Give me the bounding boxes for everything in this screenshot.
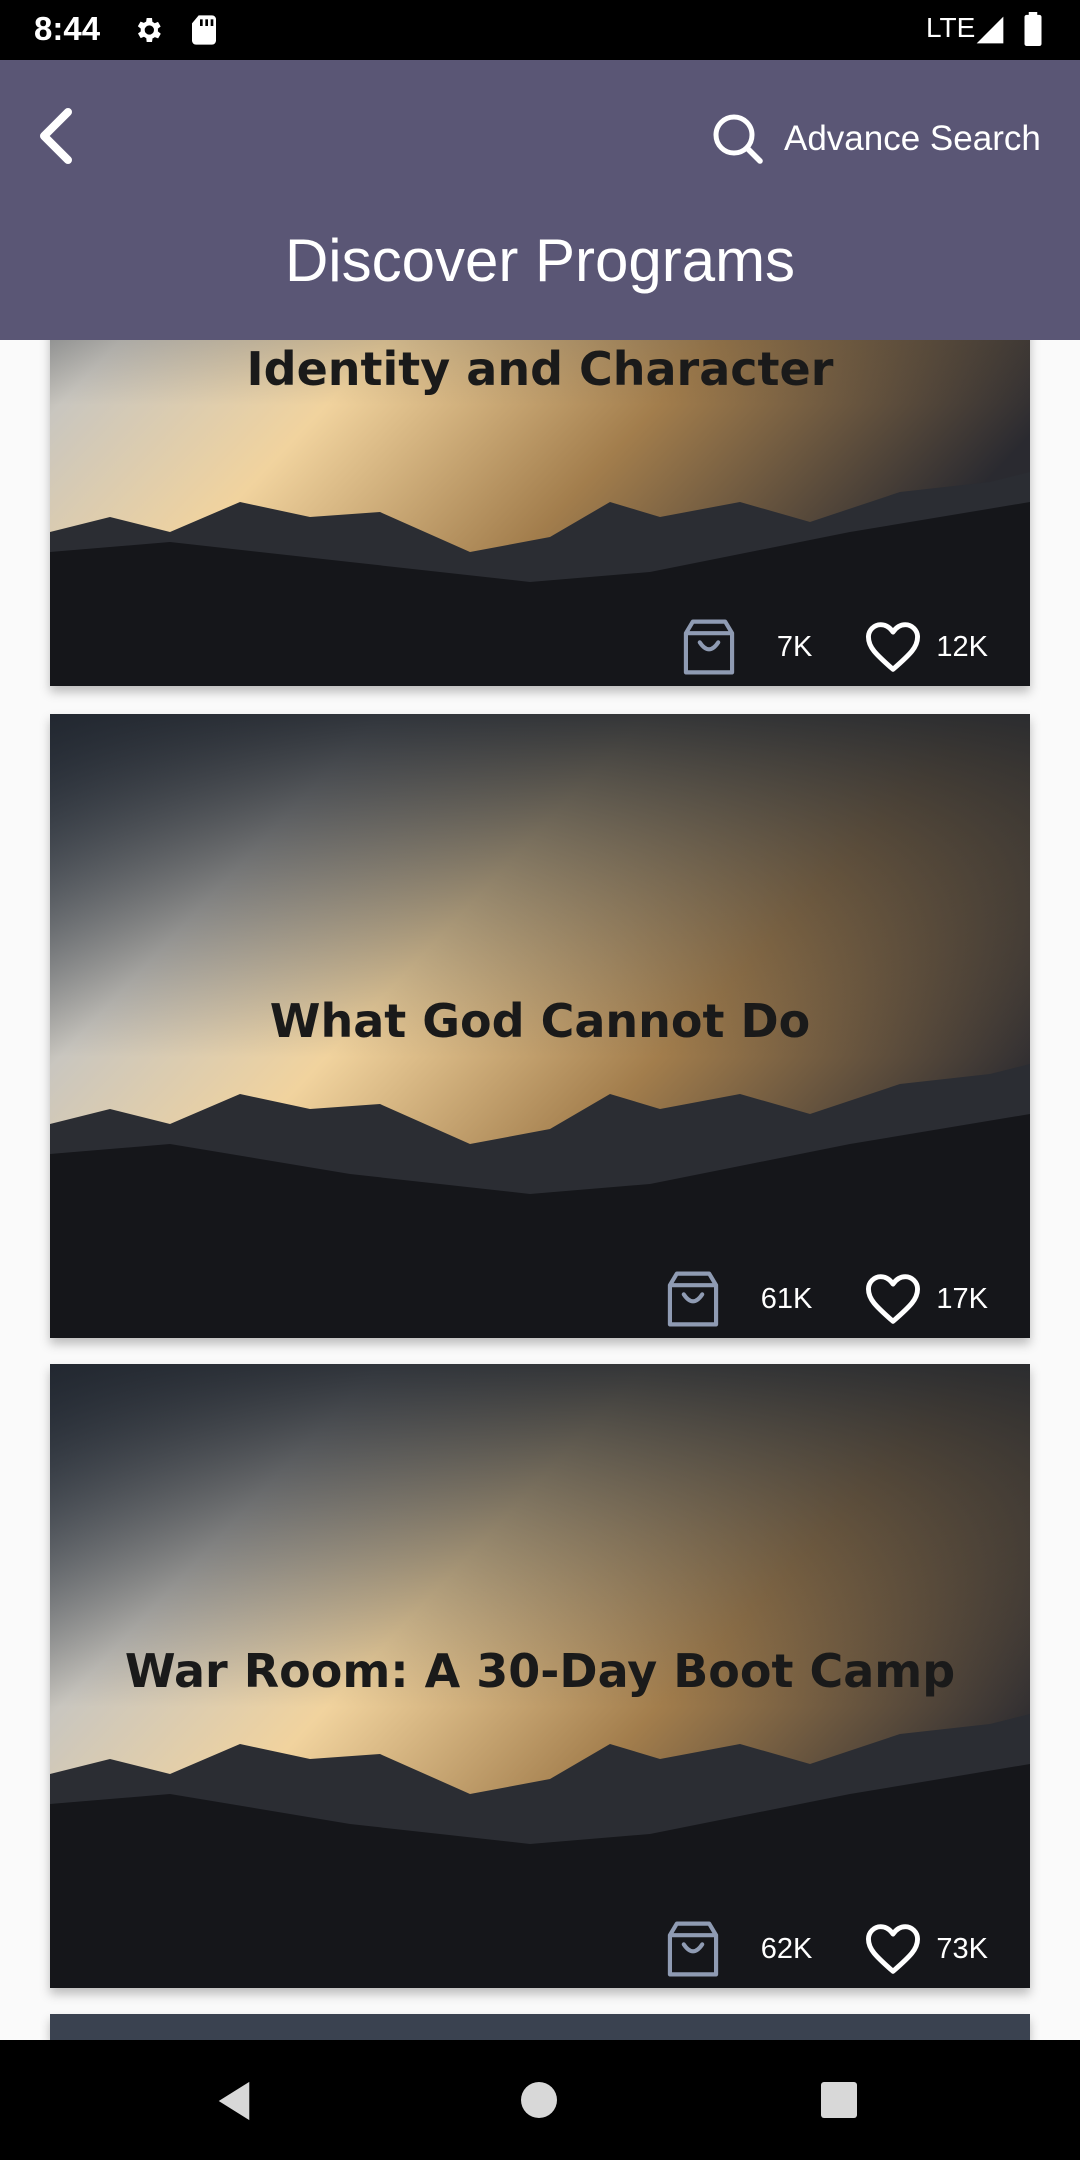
shopping-bag-icon[interactable] <box>665 1269 721 1329</box>
network-type: LTE <box>926 12 976 43</box>
app-header: Advance Search Discover Programs <box>0 60 1080 340</box>
program-card[interactable]: What God Cannot Do 61K 17K <box>50 714 1030 1338</box>
program-card-image <box>50 2014 1030 2040</box>
purchase-count: 61K <box>760 1282 813 1315</box>
page-title: Discover Programs <box>284 227 796 294</box>
heart-icon[interactable] <box>864 1272 922 1326</box>
settings-gear-icon <box>137 18 161 42</box>
search-icon <box>713 114 763 164</box>
signal-icon <box>976 16 1004 44</box>
program-feed[interactable]: Identity and Character 7K 12K What God C… <box>0 340 1080 2040</box>
heart-icon[interactable] <box>864 620 922 674</box>
shopping-bag-icon[interactable] <box>665 1919 721 1979</box>
advance-search-label: Advance Search <box>784 119 1041 158</box>
back-arrow-icon[interactable] <box>36 106 76 166</box>
program-title: What God Cannot Do <box>269 994 811 1048</box>
system-nav-bar <box>0 2040 1080 2160</box>
advance-search-button[interactable]: Advance Search <box>710 104 1041 174</box>
program-stats: 7K 12K <box>681 612 988 682</box>
purchase-count: 62K <box>760 1932 813 1965</box>
program-stats: 61K 17K <box>665 1264 988 1334</box>
program-stats: 62K 73K <box>665 1914 988 1984</box>
nav-recents-icon[interactable] <box>821 2082 857 2118</box>
like-count: 73K <box>936 1932 988 1965</box>
status-bar: 8:44 LTE <box>0 0 1080 60</box>
like-count: 12K <box>936 630 988 663</box>
program-title: Identity and Character <box>246 342 834 396</box>
battery-icon <box>1024 12 1042 46</box>
program-title: War Room: A 30-Day Boot Camp <box>124 1644 956 1698</box>
program-card[interactable] <box>50 2014 1030 2040</box>
program-card[interactable]: War Room: A 30-Day Boot Camp 62K 73K <box>50 1364 1030 1988</box>
sd-card-icon <box>192 15 216 45</box>
like-count: 17K <box>936 1282 988 1315</box>
heart-icon[interactable] <box>864 1922 922 1976</box>
status-time: 8:44 <box>34 10 101 47</box>
program-card[interactable]: Identity and Character 7K 12K <box>50 340 1030 686</box>
shopping-bag-icon[interactable] <box>681 617 737 677</box>
nav-back-icon[interactable] <box>214 2080 254 2122</box>
purchase-count: 7K <box>776 630 813 663</box>
nav-home-icon[interactable] <box>521 2082 557 2118</box>
